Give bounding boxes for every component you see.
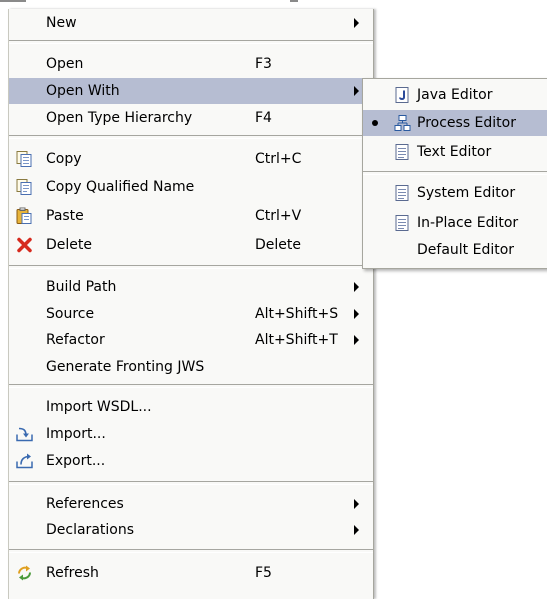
export-icon [16,453,33,470]
submenu-arrow-icon [354,18,359,28]
menu-item-shortcut: F4 [255,110,272,126]
text-editor-icon [394,144,411,161]
submenu-item-label: System Editor [417,185,516,201]
menu-separator [9,265,373,269]
menu-item-open-type-hierarchy[interactable]: Open Type Hierarchy F4 [9,105,373,131]
menu-item-build-path[interactable]: Build Path [9,274,373,300]
menu-item-label: Declarations [46,522,135,538]
background-mark [0,0,26,2]
menu-item-label: Open Type Hierarchy [46,110,193,126]
menu-item-label: Copy Qualified Name [46,179,195,195]
menu-item-shortcut: F3 [255,56,272,72]
menu-item-label: Export... [46,453,106,469]
menu-item-references[interactable]: References [9,491,373,517]
menu-item-label: Refactor [46,332,105,348]
menu-item-copy[interactable]: Copy Ctrl+C [9,146,373,172]
menu-item-label: Generate Fronting JWS [46,359,205,375]
context-menu: New Open F3 Open With Open Type Hierarch… [8,9,374,599]
menu-item-shortcut: Alt+Shift+S [255,306,339,322]
menu-item-shortcut: Ctrl+C [255,151,302,167]
delete-icon [16,237,33,254]
menu-item-shortcut: Ctrl+V [255,208,302,224]
menu-item-label: Copy [46,151,82,167]
menu-item-source[interactable]: Source Alt+Shift+S [9,301,373,327]
copy-icon [16,151,33,168]
menu-item-shortcut: Alt+Shift+T [255,332,338,348]
menu-item-refactor[interactable]: Refactor Alt+Shift+T [9,327,373,353]
menu-item-import[interactable]: Import... [9,421,373,447]
menu-item-label: References [46,496,124,512]
menu-separator [9,135,373,139]
submenu-item-label: In-Place Editor [417,215,519,231]
menu-item-open[interactable]: Open F3 [9,51,373,77]
submenu-item-default-editor[interactable]: Default Editor [363,237,547,263]
menu-item-label: Source [46,306,95,322]
menu-item-declarations[interactable]: Declarations [9,517,373,543]
menu-item-shortcut: Delete [255,237,301,253]
menu-item-label: Delete [46,237,92,253]
submenu-item-label: Default Editor [417,242,515,258]
menu-item-open-with[interactable]: Open With [9,78,373,104]
menu-item-export[interactable]: Export... [9,448,373,474]
menu-separator [9,549,373,553]
process-editor-icon [394,115,411,132]
import-icon [16,426,33,443]
menu-item-paste[interactable]: Paste Ctrl+V [9,203,373,229]
submenu-arrow-icon [354,282,359,292]
background-mark [290,0,298,2]
system-editor-icon [394,185,411,202]
submenu-item-label: Process Editor [417,115,516,131]
selected-bullet-icon [372,120,378,126]
submenu-item-text-editor[interactable]: Text Editor [363,139,547,165]
menu-item-generate-fronting-jws[interactable]: Generate Fronting JWS [9,354,373,380]
submenu-arrow-icon [354,86,359,96]
refresh-icon [16,565,33,582]
submenu-arrow-icon [354,499,359,509]
copy-qualified-name-icon [16,179,33,196]
menu-item-label: Open [46,56,84,72]
menu-separator [9,384,373,388]
open-with-submenu: Java Editor Process Editor Text Editor S… [362,78,547,269]
submenu-item-in-place-editor[interactable]: In-Place Editor [363,210,547,236]
menu-item-shortcut: F5 [255,565,272,581]
menu-separator [9,481,373,485]
submenu-item-label: Text Editor [417,144,492,160]
menu-item-label: Build Path [46,279,117,295]
menu-item-label: Refresh [46,565,99,581]
menu-item-label: Open With [46,83,120,99]
menu-separator [9,40,373,44]
menu-item-label: Import... [46,426,106,442]
submenu-item-process-editor[interactable]: Process Editor [363,110,547,136]
menu-item-label: New [46,15,77,31]
submenu-item-label: Java Editor [417,87,493,103]
menu-item-copy-qualified-name[interactable]: Copy Qualified Name [9,174,373,200]
menu-item-label: Paste [46,208,84,224]
submenu-arrow-icon [354,309,359,319]
submenu-arrow-icon [354,525,359,535]
submenu-arrow-icon [354,335,359,345]
paste-icon [16,207,33,225]
menu-item-delete[interactable]: Delete Delete [9,232,373,258]
java-editor-icon [394,87,411,104]
menu-item-import-wsdl[interactable]: Import WSDL... [9,394,373,420]
in-place-editor-icon [394,215,411,232]
menu-item-refresh[interactable]: Refresh F5 [9,560,373,586]
menu-separator [363,171,547,175]
menu-item-new[interactable]: New [9,10,373,36]
submenu-item-java-editor[interactable]: Java Editor [363,82,547,108]
background-window-edge [0,0,374,8]
menu-item-label: Import WSDL... [46,399,152,415]
submenu-item-system-editor[interactable]: System Editor [363,180,547,206]
